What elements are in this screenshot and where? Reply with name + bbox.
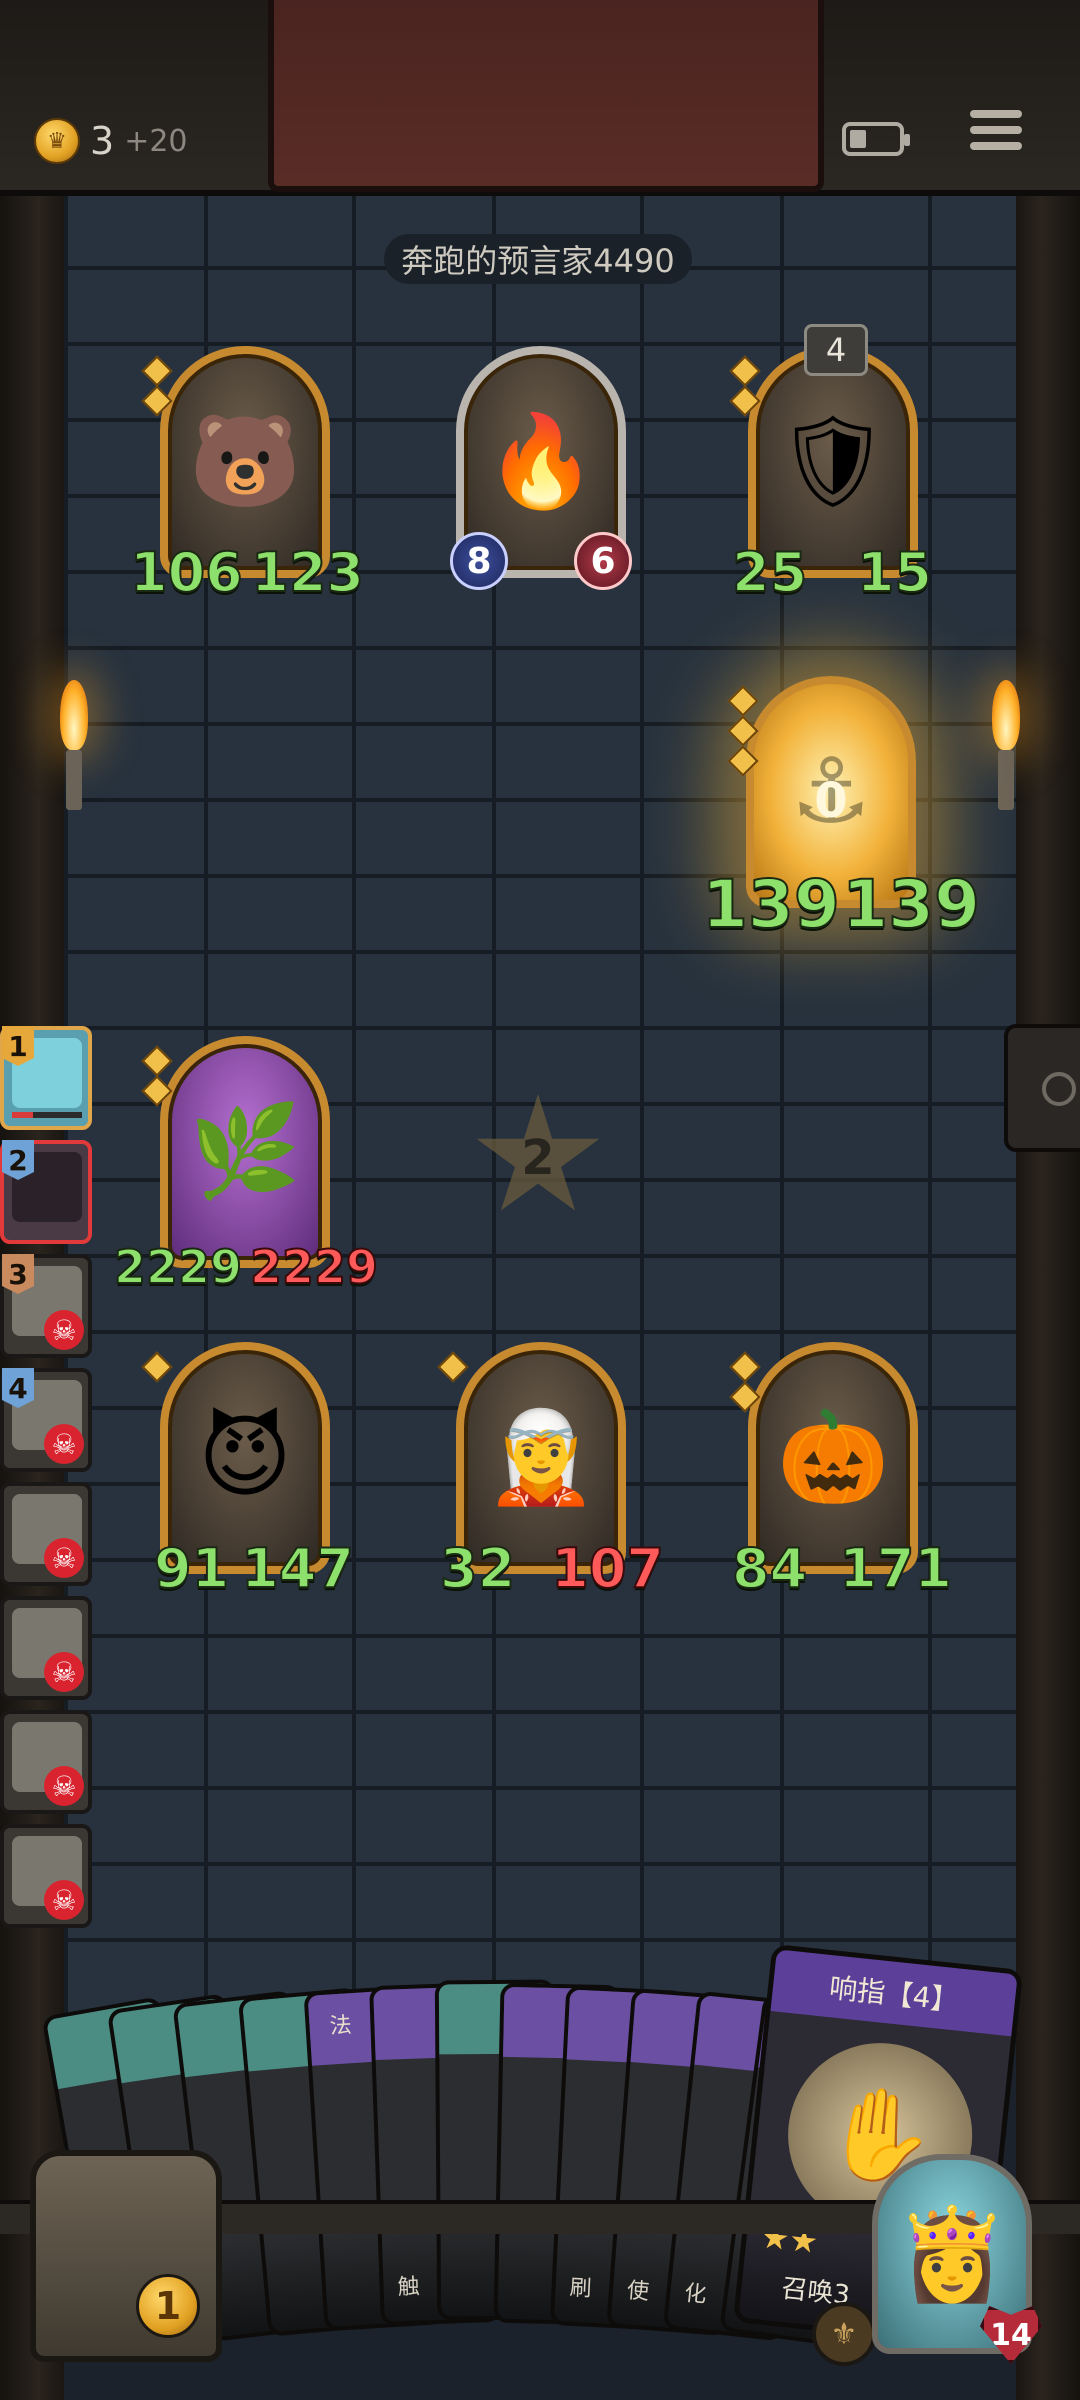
card-label: 刷 [568,2275,593,2302]
minion-health: 123 [250,541,365,604]
enemy-minion-1[interactable]: 🐻 106 123 [129,346,365,606]
minion-attack: 25 [731,541,808,604]
player-minion-2[interactable]: 😈 91 147 [141,1342,355,1602]
minion-health: 171 [838,1537,953,1600]
card-label: 使 [625,2278,650,2306]
minion-attack: 84 [731,1537,808,1600]
battery-icon [842,122,910,156]
health-bar [12,1112,82,1118]
player-standings: 1 2 3 ☠ 4 ☠ ☠ ☠ ☠ ☠ [0,1026,104,1938]
skull-icon: ☠ [44,1652,84,1692]
player-slot[interactable]: 4 ☠ [0,1368,92,1472]
skull-icon: ☠ [44,1424,84,1464]
grinning-goblin-icon: 😈 [198,1405,292,1510]
player-slot[interactable]: ☠ [0,1482,92,1586]
door-handle [1004,1024,1080,1152]
torch-icon [44,680,102,830]
skull-icon: ☠ [44,1880,84,1920]
player-slot[interactable]: 3 ☠ [0,1254,92,1358]
player-slot[interactable]: ☠ [0,1596,92,1700]
enemy-minion-2[interactable]: 🔥 8 6 [446,346,636,606]
rank-badge: 3 [2,1254,34,1294]
elf-sorceress-icon: 🧝 [484,1405,598,1510]
minion-attack: 32 [439,1537,516,1600]
leaf-girl-icon: 🌿 [188,1099,302,1204]
crossbow-bear-icon: 🐻 [188,409,302,514]
skull-icon: ☠ [44,1538,84,1578]
golden-counter: 0 [814,773,848,829]
card-title: 法 [328,2013,353,2040]
top-bar: ♛ 3 +20 [0,0,1080,196]
minion-attack: 106 [129,541,244,604]
rank-badge: 1 [2,1026,34,1066]
minion-health: 107 [550,1537,665,1600]
minion-attack: 91 [153,1537,230,1600]
tier-tag: 4 [804,324,868,376]
rank-badge: 2 [2,1140,34,1180]
card-label: 化 [683,2280,708,2309]
curtain [268,0,824,192]
fire-priest-icon: 🔥 [484,409,598,514]
card-label: 触 [397,2274,421,2301]
minion-attack: 8 [450,532,508,590]
skull-icon: ☠ [44,1766,84,1806]
minion-health: 147 [240,1537,355,1600]
skull-icon: ☠ [44,1310,84,1350]
menu-button[interactable] [970,110,1022,158]
enemy-minion-3[interactable]: 🛡 4 25 15 [729,324,933,606]
shield-knight-icon: 🛡 [775,409,891,514]
pumpkin-ghost-icon: 🎃 [776,1405,890,1510]
minion-attack: 139 [701,866,841,943]
minion-health: 139 [841,866,981,943]
opponent-name: 奔跑的预言家4490 [384,234,692,284]
gold-income: +20 [124,123,188,159]
player-minion-1[interactable]: 🌿 2229 2229 [113,1036,379,1296]
player-minion-3[interactable]: 🧝 32 107 [437,1342,665,1602]
player-slot[interactable]: ☠ [0,1710,92,1814]
hero-power-icon[interactable]: ⚜ [812,2302,876,2366]
crown-coin-icon: ♛ [34,118,80,164]
player-slot[interactable]: 1 [0,1026,92,1130]
deck-chest[interactable]: 1 [30,2150,222,2362]
player-slot[interactable]: ☠ [0,1824,92,1928]
deck-count: 1 [136,2274,200,2338]
minion-health: 6 [574,532,632,590]
torch-icon [976,680,1034,830]
enemy-minion-4[interactable]: ⚓ 0 139 139 [701,676,981,939]
rank-badge: 4 [2,1368,34,1408]
player-slot[interactable]: 2 [0,1140,92,1244]
ice-queen-icon: 👸 [895,2201,1009,2307]
gold-count: 3 [90,119,115,163]
player-minion-4[interactable]: 🎃 84 171 [729,1342,953,1602]
minion-health: 2229 [249,1240,379,1294]
gold-display: ♛ 3 +20 [34,116,188,166]
minion-health: 15 [856,541,933,604]
minion-attack: 2229 [113,1240,243,1294]
